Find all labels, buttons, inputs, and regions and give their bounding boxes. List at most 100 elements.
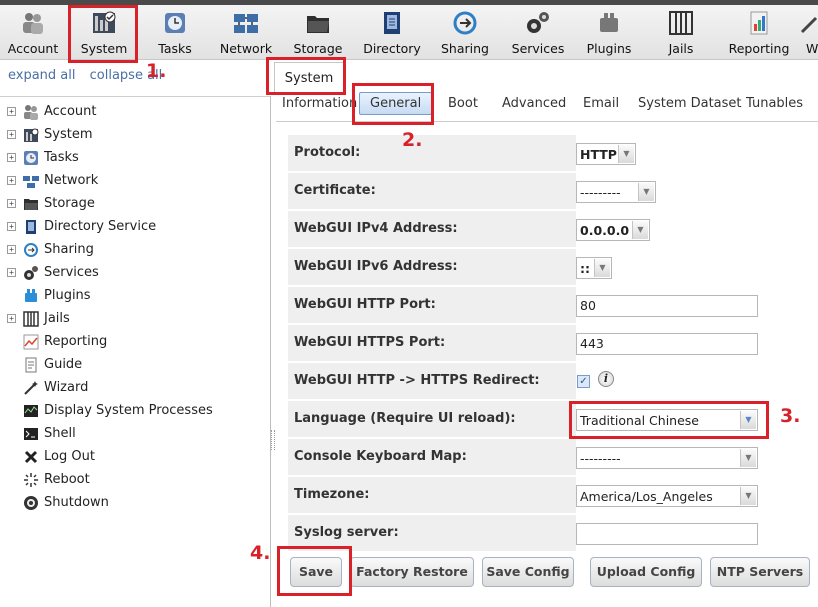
network-icon <box>234 14 258 33</box>
panel-splitter[interactable] <box>271 430 275 450</box>
toolbar-directory[interactable]: Directory <box>352 5 432 59</box>
tree-item-shell[interactable]: Shell <box>0 422 270 445</box>
expand-toggle[interactable]: + <box>7 107 16 116</box>
expand-toggle[interactable]: + <box>7 314 16 323</box>
expand-toggle[interactable]: + <box>7 268 16 277</box>
tree-item-guide[interactable]: Guide <box>0 353 270 376</box>
form-row-https-port: WebGUI HTTPS Port: 443 <box>288 325 810 361</box>
jails-icon <box>669 11 693 35</box>
toolbar-plugins[interactable]: Plugins <box>578 5 640 59</box>
tree-item-label: Shell <box>44 426 76 441</box>
certificate-select[interactable]: --------- ▼ <box>576 181 656 203</box>
toolbar-label: Jails <box>668 41 694 56</box>
wizard-icon <box>24 380 38 395</box>
tree-item-storage[interactable]: + Storage <box>0 192 270 215</box>
keymap-value: --------- <box>580 450 621 466</box>
form-row-syslog: Syslog server: <box>288 515 810 551</box>
tree-item-label: Reporting <box>44 334 108 349</box>
ntp-servers-button[interactable]: NTP Servers <box>710 557 810 587</box>
expand-toggle[interactable]: + <box>7 176 16 185</box>
expand-toggle[interactable]: + <box>7 199 16 208</box>
tree-item-network[interactable]: + Network <box>0 169 270 192</box>
https-port-label: WebGUI HTTPS Port: <box>294 335 446 350</box>
expand-toggle[interactable]: + <box>7 222 16 231</box>
https-port-input[interactable]: 443 <box>576 333 758 355</box>
tab-system[interactable]: System <box>274 62 344 92</box>
tree-item-label: Tasks <box>44 150 79 165</box>
keymap-select[interactable]: --------- ▼ <box>576 447 758 469</box>
subtab-information[interactable]: Information <box>282 96 357 111</box>
tree-item-account[interactable]: + Account <box>0 100 270 123</box>
tree-item-display-system-processes[interactable]: Display System Processes <box>0 399 270 422</box>
save-config-button[interactable]: Save Config <box>482 557 574 587</box>
tree-item-log-out[interactable]: Log Out <box>0 445 270 468</box>
subtab-boot[interactable]: Boot <box>448 96 478 111</box>
toolbar-storage[interactable]: Storage <box>284 5 352 59</box>
tree-item-wizard[interactable]: Wizard <box>0 376 270 399</box>
account-icon <box>23 13 43 34</box>
syslog-input[interactable] <box>576 523 758 545</box>
subtab-advanced[interactable]: Advanced <box>502 96 566 111</box>
chevron-down-icon: ▼ <box>594 259 610 277</box>
tree-item-services[interactable]: + Services <box>0 261 270 284</box>
tree-item-system[interactable]: + System <box>0 123 270 146</box>
save-button[interactable]: Save <box>290 557 342 587</box>
tree-item-label: Sharing <box>44 242 94 257</box>
tree-item-reporting[interactable]: Reporting <box>0 330 270 353</box>
toolbar-jails[interactable]: Jails <box>640 5 722 59</box>
reboot-icon <box>24 472 38 487</box>
http-port-input[interactable]: 80 <box>576 295 758 317</box>
toolbar-reporting[interactable]: Reporting <box>722 5 796 59</box>
subtab-system-dataset[interactable]: System Dataset <box>638 96 742 111</box>
expand-toggle[interactable]: + <box>7 245 16 254</box>
toolbar-account[interactable]: Account <box>0 5 66 59</box>
storage-icon <box>24 198 38 210</box>
keymap-label: Console Keyboard Map: <box>294 449 467 464</box>
toolbar-wizard[interactable]: W <box>796 5 818 59</box>
toolbar-sharing[interactable]: Sharing <box>432 5 498 59</box>
tree-item-sharing[interactable]: + Sharing <box>0 238 270 261</box>
protocol-value: HTTP <box>580 146 617 162</box>
subtab-tunables[interactable]: Tunables <box>746 96 803 111</box>
expand-toggle[interactable]: + <box>7 130 16 139</box>
tree-item-label: Display System Processes <box>44 403 213 418</box>
form-row-timezone: Timezone: America/Los_Angeles ▼ <box>288 477 810 513</box>
toolbar-network[interactable]: Network <box>208 5 284 59</box>
ipv6-select[interactable]: :: ▼ <box>576 257 612 279</box>
tree-item-directory-service[interactable]: + Directory Service <box>0 215 270 238</box>
timezone-select[interactable]: America/Los_Angeles ▼ <box>576 485 758 507</box>
language-select[interactable]: Traditional Chinese ▼ <box>576 409 758 431</box>
expand-toggle[interactable]: + <box>7 153 16 162</box>
tree-item-plugins[interactable]: Plugins <box>0 284 270 307</box>
directory-icon <box>26 219 36 234</box>
expand-all-link[interactable]: expand all <box>8 68 76 83</box>
redirect-checkbox[interactable]: ✓ <box>577 375 590 388</box>
upload-config-button[interactable]: Upload Config <box>590 557 702 587</box>
tree-item-shutdown[interactable]: Shutdown <box>0 491 270 514</box>
annotation-number-3: 3. <box>780 405 801 427</box>
toolbar-tasks[interactable]: Tasks <box>142 5 208 59</box>
tree-item-jails[interactable]: + Jails <box>0 307 270 330</box>
navigation-tree: + Account + System + Tasks + Network + S… <box>0 96 271 607</box>
toolbar-label: Storage <box>293 41 343 56</box>
tree-item-label: Account <box>44 104 97 119</box>
form-row-http-port: WebGUI HTTP Port: 80 <box>288 287 810 323</box>
jails-icon <box>23 310 39 327</box>
toolbar-system[interactable]: System <box>66 5 142 59</box>
chevron-down-icon: ▼ <box>740 449 756 467</box>
info-icon[interactable]: i <box>598 371 614 387</box>
plugins-icon <box>600 13 618 32</box>
toolbar-services[interactable]: Services <box>498 5 578 59</box>
http-port-label: WebGUI HTTP Port: <box>294 297 436 312</box>
general-settings-form: Protocol: HTTP ▼ Certificate: --------- … <box>288 135 810 553</box>
tree-item-tasks[interactable]: + Tasks <box>0 146 270 169</box>
factory-restore-button[interactable]: Factory Restore <box>350 557 474 587</box>
subtab-email[interactable]: Email <box>583 96 619 111</box>
services-icon <box>527 12 549 33</box>
ipv4-select[interactable]: 0.0.0.0 ▼ <box>576 219 650 241</box>
form-row-language: Language (Require UI reload): Traditiona… <box>288 401 810 437</box>
protocol-select[interactable]: HTTP ▼ <box>576 143 636 165</box>
tree-item-reboot[interactable]: Reboot <box>0 468 270 491</box>
subtab-general[interactable]: General <box>359 92 433 115</box>
reporting-icon <box>750 11 768 35</box>
